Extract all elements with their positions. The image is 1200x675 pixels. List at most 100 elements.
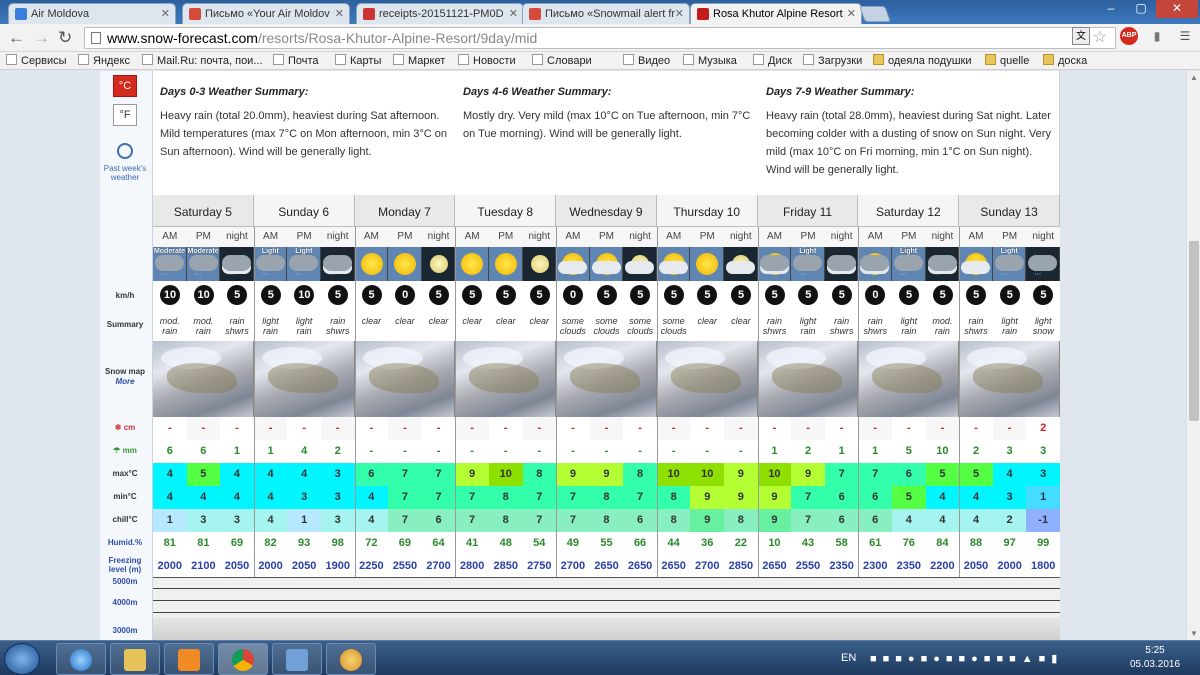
snow-map-thumbnail[interactable] [153,341,254,417]
mm-cell: 10 [925,440,960,463]
snow-map-thumbnail[interactable] [656,341,758,417]
address-bar[interactable]: www.snow-forecast.com/resorts/Rosa-Khuto… [84,27,1116,49]
bookmark-item[interactable]: Диск [753,54,792,67]
extension-icon[interactable]: ▮ [1148,27,1166,45]
snow-map-thumbnail[interactable] [858,341,960,417]
bookmark-item[interactable]: одеяла подушки [873,54,972,67]
time-of-day: night [925,227,960,247]
max-cell: 6 [892,463,926,486]
fahrenheit-button[interactable]: °F [113,104,137,126]
humid-cell: 55 [589,532,624,555]
browser-tab[interactable]: Rosa Khutor Alpine Resort ✕ [690,3,862,24]
browser-tab[interactable]: receipts-20151121-PM0D ✕ [356,3,524,24]
adblock-icon[interactable]: ABP [1120,27,1138,45]
bookmark-item[interactable]: Музыка [683,54,737,67]
mm-cell: 1 [220,440,254,463]
wind-arrow-icon: 5 [1033,285,1054,305]
bookmark-item[interactable]: Яндекс [78,54,130,67]
browser-tab[interactable]: Air Moldova ✕ [8,3,176,24]
more-link[interactable]: More [100,377,150,386]
close-tab-icon[interactable]: ✕ [509,7,518,20]
reload-icon[interactable]: ↻ [58,29,72,47]
land-area [167,363,237,393]
min-cell: 6 [858,486,893,509]
close-window-button[interactable]: ✕ [1156,0,1198,18]
wind-cell: 5 [320,281,355,311]
scroll-up-icon[interactable]: ▲ [1190,73,1198,82]
min-cell: 4 [354,486,389,509]
browser-tab[interactable]: Письмо «Your Air Moldov ✕ [182,3,350,24]
snow-map-thumbnail[interactable] [455,341,557,417]
back-icon[interactable]: ← [8,29,25,47]
weather-summary-cell: light rain [992,311,1027,341]
forward-icon[interactable]: → [33,29,50,47]
paint-taskbar-button[interactable] [326,643,376,675]
mm-cell: - [421,440,456,463]
row-summary: mod. rain mod. rain rain shwrs light rain li… [153,311,1060,341]
wind-arrow-icon: 5 [327,285,348,305]
bookmark-item[interactable]: Новости [458,54,516,67]
system-clock[interactable]: 5:25 05.03.2016 [1125,644,1185,672]
maximize-button[interactable]: ▢ [1128,0,1154,18]
bookmark-star-icon[interactable]: ☆ [1093,28,1107,48]
bookmark-item[interactable]: Карты [335,54,381,67]
freezing-cell: 2250 [354,555,389,578]
bookmark-item[interactable]: Словари [532,54,592,67]
start-button[interactable] [4,643,40,675]
celsius-button[interactable]: °C [113,75,137,97]
rain-drops: ‘‘‘ [900,273,908,280]
close-tab-icon[interactable]: ✕ [675,7,684,20]
bookmark-item[interactable]: Mail.Ru: почта, пои... [142,54,263,67]
weather-summary-cell: clear [488,311,523,341]
bookmark-item[interactable]: Маркет [393,54,445,67]
snow-map-thumbnail[interactable] [757,341,859,417]
new-tab-button[interactable] [859,6,891,22]
max-cell: 7 [388,463,422,486]
cloud-shape [658,261,688,274]
past-weather-link[interactable]: Past week's weather [100,143,150,182]
audio-taskbar-button[interactable] [272,643,322,675]
folder-icon [1043,54,1054,65]
mm-cell: 2 [791,440,825,463]
scroll-thumb[interactable] [1189,241,1199,421]
minimize-button[interactable]: – [1096,0,1126,18]
page-scrollbar[interactable]: ▲ ▼ [1186,71,1200,640]
explorer-taskbar-button[interactable] [110,643,160,675]
translate-icon[interactable]: 文 [1072,27,1090,45]
snow-map-thumbnail[interactable] [556,341,657,417]
land-area [469,363,540,393]
weather-light-rain-icon: ‘‘‘ Light [287,247,321,281]
snow-map-thumbnail[interactable] [959,341,1060,417]
bookmark-item[interactable]: Почта [273,54,319,67]
bookmark-label: Почта [288,55,319,67]
scroll-down-icon[interactable]: ▼ [1190,629,1198,638]
chrome-taskbar-button[interactable] [218,643,268,675]
snow-map-thumbnail[interactable] [354,341,456,417]
snow-map-thumbnail[interactable] [253,341,355,417]
max-cell: 10 [656,463,691,486]
tray-icons[interactable]: ■■■●■●■■●■■■▲■▮ [870,652,1063,665]
bookmark-item[interactable]: quelle [985,54,1029,67]
menu-icon[interactable]: ☰ [1176,27,1194,45]
bookmark-item[interactable]: Сервисы [6,54,67,67]
close-tab-icon[interactable]: ✕ [847,7,856,20]
row-wind: 10 10 5 5 10 5 5 0 5 5 5 5 0 5 5 5 5 5 5 5 5 0 5 5 5 5 5 [153,281,1060,311]
bookmark-item[interactable]: Загрузки [803,54,862,67]
min-cell: 8 [589,486,624,509]
language-indicator[interactable]: EN [841,652,856,664]
day-separator [253,227,255,578]
max-cell: 4 [253,463,288,486]
browser-tab[interactable]: Письмо «Snowmail alert fr ✕ [522,3,690,24]
folder-icon [873,54,884,65]
row-icons: ‘‘‘ Moderate ‘‘‘ Moderate ‘‘‘ ‘‘‘ Light ‘‘‘ Ligh… [153,247,1060,281]
media-taskbar-button[interactable] [164,643,214,675]
chill-cell: 1 [287,509,321,532]
bookmark-item[interactable]: Видео [623,54,670,67]
close-tab-icon[interactable]: ✕ [161,7,170,20]
close-tab-icon[interactable]: ✕ [335,7,344,20]
time-of-day: PM [488,227,523,247]
wind-arrow-icon: 5 [764,285,785,305]
bookmark-item[interactable]: доска [1043,54,1087,67]
ie-taskbar-button[interactable] [56,643,106,675]
chill-cell: 7 [791,509,825,532]
